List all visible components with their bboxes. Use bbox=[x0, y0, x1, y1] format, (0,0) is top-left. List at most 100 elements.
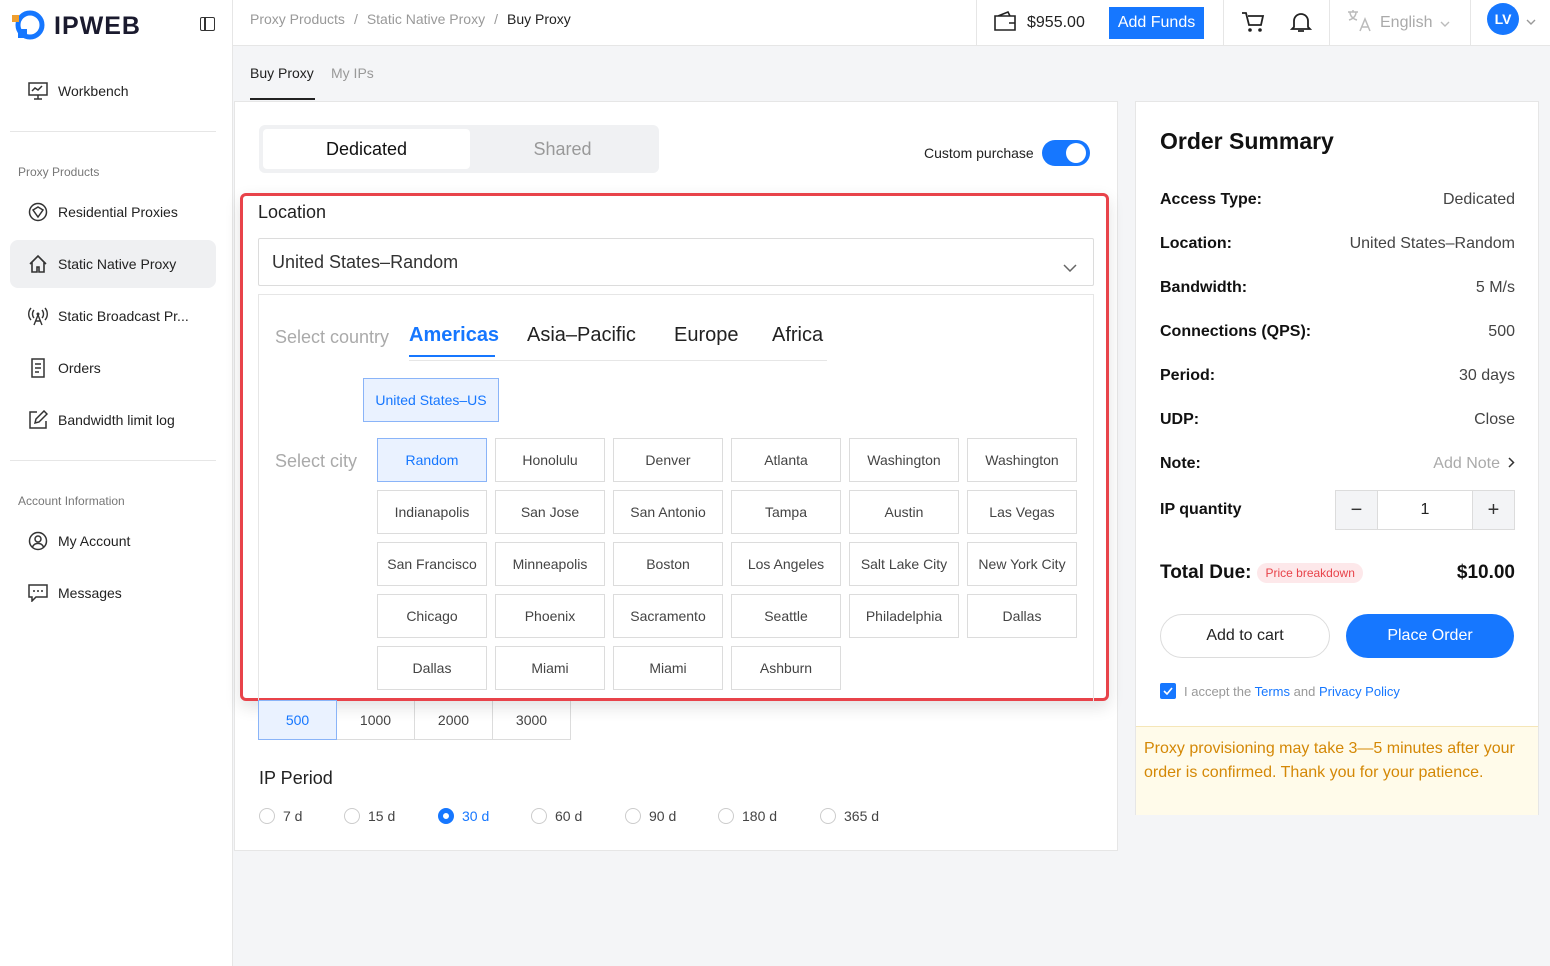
city-option[interactable]: Los Angeles bbox=[731, 542, 841, 586]
city-option[interactable]: Austin bbox=[849, 490, 959, 534]
sidebar-item-my-account[interactable]: My Account bbox=[10, 517, 216, 565]
city-option[interactable]: Denver bbox=[613, 438, 723, 482]
row-key: IP quantity bbox=[1160, 501, 1242, 518]
terms-link[interactable]: Terms bbox=[1255, 684, 1290, 699]
radio-dot bbox=[438, 808, 454, 824]
price-breakdown-badge[interactable]: Price breakdown bbox=[1257, 563, 1363, 583]
sidebar-collapse-icon[interactable] bbox=[200, 17, 215, 31]
city-option[interactable]: Chicago bbox=[377, 594, 487, 638]
decrement-button[interactable]: − bbox=[1336, 491, 1377, 529]
city-option[interactable]: New York City bbox=[967, 542, 1077, 586]
select-city-label: Select city bbox=[275, 451, 358, 471]
city-option[interactable]: Atlanta bbox=[731, 438, 841, 482]
period-radio[interactable]: 7 d bbox=[259, 808, 344, 824]
add-note-link[interactable]: Add Note bbox=[1433, 455, 1500, 473]
sidebar-item-label: Static Broadcast Pr... bbox=[58, 308, 189, 324]
privacy-link[interactable]: Privacy Policy bbox=[1319, 684, 1400, 699]
radio-dot bbox=[820, 808, 836, 824]
city-option[interactable]: Sacramento bbox=[613, 594, 723, 638]
city-option[interactable]: Dallas bbox=[377, 646, 487, 690]
bandwidth-option[interactable]: 500 bbox=[258, 700, 337, 740]
sidebar-item-bandwidth-log[interactable]: Bandwidth limit log bbox=[10, 396, 216, 444]
period-radio[interactable]: 180 d bbox=[718, 808, 820, 824]
city-option[interactable]: Washington bbox=[967, 438, 1077, 482]
sidebar-item-workbench[interactable]: Workbench bbox=[10, 67, 216, 115]
city-option[interactable]: Honolulu bbox=[495, 438, 605, 482]
summary-row-note[interactable]: Note: Add Note bbox=[1160, 455, 1515, 473]
city-option[interactable]: Random bbox=[377, 438, 487, 482]
period-radio[interactable]: 365 d bbox=[820, 808, 879, 824]
city-option[interactable]: Las Vegas bbox=[967, 490, 1077, 534]
radio-label: 180 d bbox=[742, 808, 778, 824]
cart-icon[interactable] bbox=[1239, 8, 1267, 36]
brand-name: IPWEB bbox=[54, 11, 141, 40]
city-option[interactable]: Miami bbox=[495, 646, 605, 690]
period-radio[interactable]: 90 d bbox=[625, 808, 718, 824]
period-radio[interactable]: 15 d bbox=[344, 808, 438, 824]
summary-row-connections: Connections (QPS): 500 bbox=[1160, 323, 1515, 341]
region-tab-africa[interactable]: Africa bbox=[772, 324, 823, 347]
city-option[interactable]: Tampa bbox=[731, 490, 841, 534]
city-option[interactable]: Seattle bbox=[731, 594, 841, 638]
city-option[interactable]: Philadelphia bbox=[849, 594, 959, 638]
region-tab-underline bbox=[409, 355, 495, 357]
radio-dot bbox=[259, 808, 275, 824]
city-option[interactable]: Indianapolis bbox=[377, 490, 487, 534]
region-tab-asia-pacific[interactable]: Asia–Pacific bbox=[527, 324, 636, 347]
city-option[interactable]: Washington bbox=[849, 438, 959, 482]
bell-icon[interactable] bbox=[1287, 8, 1315, 36]
bandwidth-option[interactable]: 2000 bbox=[414, 700, 493, 740]
row-key: Access Type: bbox=[1160, 191, 1262, 208]
sidebar-item-static-broadcast[interactable]: Static Broadcast Pr... bbox=[10, 292, 216, 340]
add-to-cart-button[interactable]: Add to cart bbox=[1160, 614, 1330, 658]
city-option[interactable]: Ashburn bbox=[731, 646, 841, 690]
city-option[interactable]: Miami bbox=[613, 646, 723, 690]
avatar[interactable]: LV bbox=[1487, 3, 1519, 35]
city-option[interactable]: San Antonio bbox=[613, 490, 723, 534]
custom-purchase-toggle[interactable] bbox=[1041, 140, 1090, 166]
chevron-down-icon[interactable] bbox=[1526, 12, 1536, 30]
region-tab-americas[interactable]: Americas bbox=[409, 324, 499, 347]
sidebar-item-orders[interactable]: Orders bbox=[10, 344, 216, 392]
breadcrumb-item[interactable]: Static Native Proxy bbox=[367, 11, 485, 27]
country-option-us[interactable]: United States–US bbox=[363, 378, 499, 422]
shared-option[interactable]: Shared bbox=[459, 129, 666, 169]
place-order-button[interactable]: Place Order bbox=[1346, 614, 1514, 658]
total-label: Total Due: bbox=[1160, 562, 1252, 583]
accept-checkbox[interactable] bbox=[1160, 683, 1176, 699]
row-key: Period: bbox=[1160, 367, 1216, 384]
tab-my-ips[interactable]: My IPs bbox=[331, 65, 374, 81]
breadcrumb-separator: / bbox=[353, 11, 358, 27]
row-value: United States–Random bbox=[1349, 235, 1515, 252]
city-option[interactable]: Salt Lake City bbox=[849, 542, 959, 586]
city-option[interactable]: Dallas bbox=[967, 594, 1077, 638]
summary-row-period: Period: 30 days bbox=[1160, 367, 1515, 385]
quantity-input[interactable]: 1 bbox=[1377, 491, 1473, 529]
antenna-icon bbox=[27, 305, 49, 327]
bandwidth-option[interactable]: 1000 bbox=[336, 700, 415, 740]
city-option[interactable]: San Francisco bbox=[377, 542, 487, 586]
sidebar-item-messages[interactable]: Messages bbox=[10, 569, 216, 617]
sidebar-item-static-native[interactable]: Static Native Proxy bbox=[10, 240, 216, 288]
period-radio[interactable]: 60 d bbox=[531, 808, 625, 824]
chevron-down-icon bbox=[1440, 14, 1450, 32]
region-tab-europe[interactable]: Europe bbox=[674, 324, 739, 347]
city-option[interactable]: Minneapolis bbox=[495, 542, 605, 586]
check-icon bbox=[1163, 687, 1173, 695]
breadcrumb-item[interactable]: Proxy Products bbox=[250, 11, 345, 27]
dedicated-option[interactable]: Dedicated bbox=[263, 129, 470, 169]
city-option[interactable]: Boston bbox=[613, 542, 723, 586]
add-funds-button[interactable]: Add Funds bbox=[1108, 7, 1205, 39]
period-radio[interactable]: 30 d bbox=[438, 808, 531, 824]
increment-button[interactable]: + bbox=[1473, 491, 1514, 529]
city-option[interactable]: Phoenix bbox=[495, 594, 605, 638]
logo[interactable]: IPWEB bbox=[10, 8, 150, 44]
radio-label: 15 d bbox=[368, 808, 396, 824]
city-option[interactable]: San Jose bbox=[495, 490, 605, 534]
language-selector[interactable]: English bbox=[1329, 0, 1471, 46]
bandwidth-option[interactable]: 3000 bbox=[492, 700, 571, 740]
tab-buy-proxy[interactable]: Buy Proxy bbox=[250, 65, 314, 81]
sidebar-item-residential[interactable]: Residential Proxies bbox=[10, 188, 216, 236]
location-select[interactable]: United States–Random bbox=[258, 238, 1094, 286]
user-icon bbox=[27, 530, 49, 552]
